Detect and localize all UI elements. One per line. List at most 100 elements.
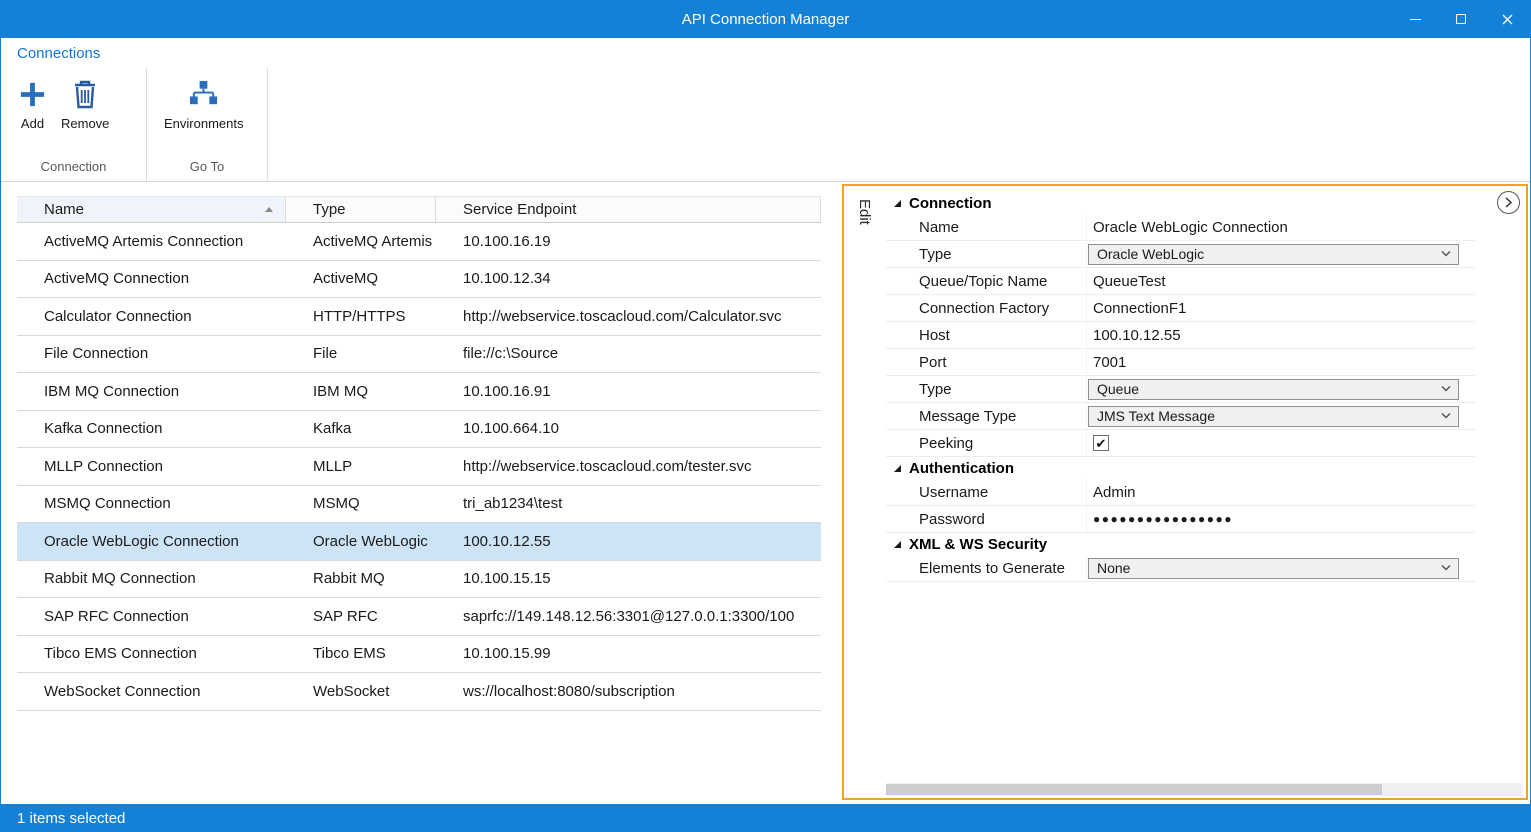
dropdown-selected-value: None: [1097, 560, 1441, 576]
chevron-down-icon: [1441, 386, 1451, 392]
cell-type: MLLP: [286, 448, 436, 485]
type-dropdown[interactable]: Oracle WebLogic: [1088, 244, 1459, 265]
connections-table: Name Type Service Endpoint ActiveMQ Arte…: [17, 196, 821, 711]
scrollbar-thumb[interactable]: [886, 784, 1382, 795]
message-type-dropdown[interactable]: JMS Text Message: [1088, 406, 1459, 427]
column-header-service-endpoint[interactable]: Service Endpoint: [436, 197, 821, 222]
ribbon: Add Remove Connection: [1, 68, 1530, 182]
host-field[interactable]: 100.10.12.55: [1093, 327, 1181, 344]
expander-icon: [894, 541, 901, 548]
property-value-cell: Admin: [1086, 479, 1476, 505]
column-header-endpoint-label: Service Endpoint: [463, 201, 576, 218]
table-row-websocket-connection[interactable]: WebSocket ConnectionWebSocketws://localh…: [17, 673, 821, 711]
table-row-rabbit-mq-connection[interactable]: Rabbit MQ ConnectionRabbit MQ10.100.15.1…: [17, 561, 821, 599]
chevron-right-icon: [1505, 197, 1512, 208]
ribbon-group-goto: Environments Go To: [147, 68, 268, 181]
table-row-mllp-connection[interactable]: MLLP ConnectionMLLPhttp://webservice.tos…: [17, 448, 821, 486]
table-row-sap-rfc-connection[interactable]: SAP RFC ConnectionSAP RFCsaprfc://149.14…: [17, 598, 821, 636]
edit-tab[interactable]: Edit: [844, 186, 886, 782]
column-header-type[interactable]: Type: [286, 197, 436, 222]
cell-type: File: [286, 336, 436, 373]
cell-endpoint: 10.100.12.34: [436, 261, 821, 298]
trash-icon: [72, 78, 98, 110]
edit-tab-label: Edit: [856, 199, 873, 225]
environments-button[interactable]: Environments: [159, 76, 248, 133]
property-value-cell: JMS Text Message: [1086, 403, 1476, 429]
maximize-icon: [1456, 14, 1466, 24]
cell-name: Rabbit MQ Connection: [17, 561, 286, 598]
property-row-elements-to-generate: Elements to GenerateNone: [886, 555, 1476, 582]
expander-icon: [894, 465, 901, 472]
titlebar: API Connection Manager: [1, 0, 1530, 38]
property-value-cell: ConnectionF1: [1086, 295, 1476, 321]
table-row-activemq-connection[interactable]: ActiveMQ ConnectionActiveMQ10.100.12.34: [17, 261, 821, 299]
port-field[interactable]: 7001: [1093, 354, 1126, 371]
cell-type: Kafka: [286, 411, 436, 448]
cell-name: ActiveMQ Artemis Connection: [17, 223, 286, 260]
password-field[interactable]: ●●●●●●●●●●●●●●●●: [1093, 512, 1233, 526]
elements-to-generate-dropdown[interactable]: None: [1088, 558, 1459, 579]
tab-connections[interactable]: Connections: [17, 45, 100, 62]
table-row-tibco-ems-connection[interactable]: Tibco EMS ConnectionTibco EMS10.100.15.9…: [17, 636, 821, 674]
cell-endpoint: ws://localhost:8080/subscription: [436, 673, 821, 710]
property-value-cell: Oracle WebLogic: [1086, 241, 1476, 267]
table-row-msmq-connection[interactable]: MSMQ ConnectionMSMQtri_ab1234\test: [17, 486, 821, 524]
column-header-name[interactable]: Name: [17, 197, 286, 222]
property-group-authentication[interactable]: Authentication: [886, 457, 1476, 479]
name-field[interactable]: Oracle WebLogic Connection: [1093, 219, 1288, 236]
table-row-oracle-weblogic-connection[interactable]: Oracle WebLogic ConnectionOracle WebLogi…: [17, 523, 821, 561]
cell-endpoint: 10.100.15.15: [436, 561, 821, 598]
ribbon-group-label-connection: Connection: [1, 159, 146, 181]
minimize-button[interactable]: [1392, 0, 1438, 38]
property-group-label: Connection: [909, 195, 992, 212]
property-label: Connection Factory: [886, 295, 1086, 321]
property-value-cell: None: [1086, 555, 1476, 581]
maximize-button[interactable]: [1438, 0, 1484, 38]
property-label: Message Type: [886, 403, 1086, 429]
horizontal-scrollbar[interactable]: [886, 783, 1522, 796]
expander-icon: [894, 200, 901, 207]
property-label: Password: [886, 506, 1086, 532]
cell-name: Calculator Connection: [17, 298, 286, 335]
property-value-cell: ✔: [1086, 430, 1476, 456]
environments-icon: [188, 78, 219, 110]
table-row-calculator-connection[interactable]: Calculator ConnectionHTTP/HTTPShttp://we…: [17, 298, 821, 336]
remove-button-label: Remove: [61, 116, 109, 131]
property-row-password: Password ●●●●●●●●●●●●●●●●: [886, 506, 1476, 533]
username-field[interactable]: Admin: [1093, 484, 1136, 501]
chevron-down-icon: [1441, 413, 1451, 419]
ribbon-buttons-connection: Add Remove: [1, 68, 146, 159]
type-dropdown[interactable]: Queue: [1088, 379, 1459, 400]
cell-name: MSMQ Connection: [17, 486, 286, 523]
cell-endpoint: 100.10.12.55: [436, 523, 821, 560]
property-group-xml-ws-security[interactable]: XML & WS Security: [886, 533, 1476, 555]
table-row-kafka-connection[interactable]: Kafka ConnectionKafka10.100.664.10: [17, 411, 821, 449]
cell-type: Rabbit MQ: [286, 561, 436, 598]
status-bar: 1 items selected: [1, 804, 1530, 832]
property-group-connection[interactable]: Connection: [886, 192, 1476, 214]
close-button[interactable]: [1484, 0, 1530, 38]
cell-name: Oracle WebLogic Connection: [17, 523, 286, 560]
connection-factory-field[interactable]: ConnectionF1: [1093, 300, 1186, 317]
cell-name: File Connection: [17, 336, 286, 373]
cell-endpoint: file://c:\Source: [436, 336, 821, 373]
chevron-down-icon: [1441, 251, 1451, 257]
cell-endpoint: 10.100.15.99: [436, 636, 821, 673]
property-label: Type: [886, 376, 1086, 402]
collapse-panel-button[interactable]: [1497, 191, 1520, 214]
cell-type: HTTP/HTTPS: [286, 298, 436, 335]
table-row-ibm-mq-connection[interactable]: IBM MQ ConnectionIBM MQ10.100.16.91: [17, 373, 821, 411]
add-button[interactable]: Add: [13, 76, 52, 133]
property-value-cell: 100.10.12.55: [1086, 322, 1476, 348]
queue-topic-name-field[interactable]: QueueTest: [1093, 273, 1166, 290]
table-row-activemq-artemis-connection[interactable]: ActiveMQ Artemis ConnectionActiveMQ Arte…: [17, 223, 821, 261]
property-value-cell: Queue: [1086, 376, 1476, 402]
cell-name: Tibco EMS Connection: [17, 636, 286, 673]
cell-endpoint: 10.100.664.10: [436, 411, 821, 448]
peeking-checkbox[interactable]: ✔: [1093, 435, 1109, 451]
remove-button[interactable]: Remove: [56, 76, 114, 133]
table-row-file-connection[interactable]: File ConnectionFilefile://c:\Source: [17, 336, 821, 374]
property-row-type: TypeOracle WebLogic: [886, 241, 1476, 268]
cell-name: Kafka Connection: [17, 411, 286, 448]
cell-type: SAP RFC: [286, 598, 436, 635]
